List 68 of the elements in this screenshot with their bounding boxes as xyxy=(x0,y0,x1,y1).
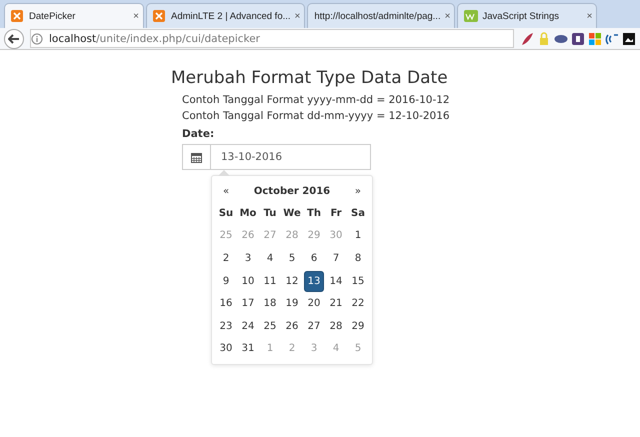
day-cell[interactable]: 20 xyxy=(304,293,324,314)
weekday-header: We xyxy=(282,208,302,219)
calendar-icon xyxy=(191,152,202,162)
weekday-header: Tu xyxy=(262,208,278,219)
day-cell[interactable]: 27 xyxy=(304,316,324,337)
day-cell[interactable]: 13 xyxy=(304,270,324,292)
address-field[interactable]: localhost/unite/index.php/cui/datepicker xyxy=(30,29,514,48)
month-title[interactable]: October 2016 xyxy=(254,186,330,196)
weekday-header: Fr xyxy=(329,208,343,219)
info-icon xyxy=(31,32,43,44)
browser-tab[interactable]: AdminLTE 2 | Advanced fo... × xyxy=(146,3,306,28)
day-cell[interactable]: 23 xyxy=(216,316,236,337)
day-cell[interactable]: 18 xyxy=(260,293,280,314)
day-cell[interactable]: 7 xyxy=(326,248,346,269)
weekday-header: Th xyxy=(306,208,322,219)
day-cell[interactable]: 6 xyxy=(304,248,324,269)
back-arrow-icon xyxy=(8,34,20,44)
date-field[interactable]: 13-10-2016 xyxy=(182,144,371,170)
square-icon xyxy=(571,32,585,46)
browser-tab[interactable]: http://localhost/adminlte/pag... × xyxy=(307,3,456,28)
page-title: Merubah Format Type Data Date xyxy=(171,68,448,88)
day-cell[interactable]: 2 xyxy=(216,248,236,269)
close-icon[interactable]: × xyxy=(294,10,300,22)
day-cell[interactable]: 29 xyxy=(348,316,368,337)
day-cell[interactable]: 28 xyxy=(326,316,346,337)
day-cell[interactable]: 5 xyxy=(282,248,302,269)
next-month-button[interactable]: » xyxy=(354,186,361,196)
day-cell[interactable]: 26 xyxy=(282,316,302,337)
day-cell[interactable]: 30 xyxy=(216,338,236,360)
day-cell[interactable]: 8 xyxy=(348,248,368,269)
w3-icon xyxy=(464,10,478,22)
example-text: Contoh Tanggal Format dd-mm-yyyy = 12-10-2016 xyxy=(182,110,451,123)
feather-icon xyxy=(520,32,534,46)
day-cell[interactable]: 11 xyxy=(260,270,280,292)
padlock-icon xyxy=(537,32,551,46)
day-cell[interactable]: 10 xyxy=(238,270,258,292)
day-cell[interactable]: 25 xyxy=(260,316,280,337)
back-button[interactable] xyxy=(4,28,24,48)
day-cell[interactable]: 3 xyxy=(238,248,258,269)
day-cell[interactable]: 24 xyxy=(238,316,258,337)
day-cell[interactable]: 12 xyxy=(282,270,302,292)
weekday-header: Mo xyxy=(238,208,258,219)
weekday-header: Sa xyxy=(350,208,366,219)
day-cell[interactable]: 9 xyxy=(216,270,236,292)
previous-month-button[interactable]: « xyxy=(223,186,230,196)
windows-logo-icon xyxy=(588,32,602,46)
close-icon[interactable]: × xyxy=(444,10,450,22)
day-cell[interactable]: 1 xyxy=(348,225,368,246)
field-label: Date: xyxy=(182,128,214,140)
weekday-header: Su xyxy=(218,208,234,219)
day-cell[interactable]: 22 xyxy=(348,293,368,314)
day-cell[interactable]: 21 xyxy=(326,293,346,314)
browser-tab[interactable]: DatePicker × xyxy=(4,3,144,28)
image-icon xyxy=(622,32,636,46)
xampp-icon xyxy=(11,10,25,22)
example-text: Contoh Tanggal Format yyyy-mm-dd = 2016-10-12 xyxy=(182,94,451,107)
close-icon[interactable]: × xyxy=(586,10,592,22)
xampp-icon xyxy=(153,10,167,22)
day-cell[interactable]: 4 xyxy=(260,248,280,269)
day-cell[interactable]: 15 xyxy=(348,270,368,292)
close-icon[interactable]: × xyxy=(133,10,139,22)
day-cell[interactable]: 17 xyxy=(238,293,258,314)
day-cell[interactable]: 31 xyxy=(238,338,258,360)
arcs-icon xyxy=(605,32,619,46)
day-cell[interactable]: 14 xyxy=(326,270,346,292)
day-cell[interactable]: 16 xyxy=(216,293,236,314)
day-cell[interactable]: 19 xyxy=(282,293,302,314)
browser-tab[interactable]: JavaScript Strings × xyxy=(457,3,598,28)
